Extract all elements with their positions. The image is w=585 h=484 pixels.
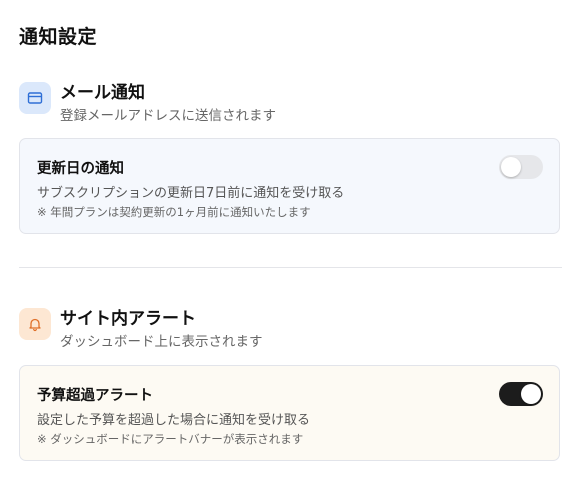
budget-alert-toggle[interactable] — [499, 382, 543, 406]
setting-description: サブスクリプションの更新日7日前に通知を受け取る — [37, 186, 345, 201]
setting-note: ※ 年間プランは契約更新の1ヶ月前に通知いたします — [37, 205, 311, 219]
toggle-knob — [521, 384, 541, 404]
renewal-notification-card: 更新日の通知 サブスクリプションの更新日7日前に通知を受け取る ※ 年間プランは… — [19, 138, 560, 234]
toggle-knob — [501, 157, 521, 177]
section-subtitle: ダッシュボード上に表示されます — [60, 334, 263, 350]
section-title: サイト内アラート — [60, 309, 196, 329]
setting-title: 更新日の通知 — [37, 161, 124, 177]
setting-note: ※ ダッシュボードにアラートバナーが表示されます — [37, 432, 304, 446]
setting-description: 設定した予算を超過した場合に通知を受け取る — [37, 413, 311, 428]
email-notification-section-header: メール通知 登録メールアドレスに送信されます — [19, 80, 562, 124]
setting-title: 予算超過アラート — [37, 388, 153, 404]
section-title: メール通知 — [60, 83, 145, 103]
credit-card-icon — [19, 82, 51, 114]
bell-icon — [19, 308, 51, 340]
site-alert-section-header: サイト内アラート ダッシュボード上に表示されます — [19, 306, 562, 350]
section-subtitle: 登録メールアドレスに送信されます — [60, 108, 276, 124]
budget-alert-card: 予算超過アラート 設定した予算を超過した場合に通知を受け取る ※ ダッシュボード… — [19, 365, 560, 461]
renewal-notification-toggle[interactable] — [499, 155, 543, 179]
section-divider — [19, 267, 562, 268]
page-title: 通知設定 — [19, 26, 98, 48]
